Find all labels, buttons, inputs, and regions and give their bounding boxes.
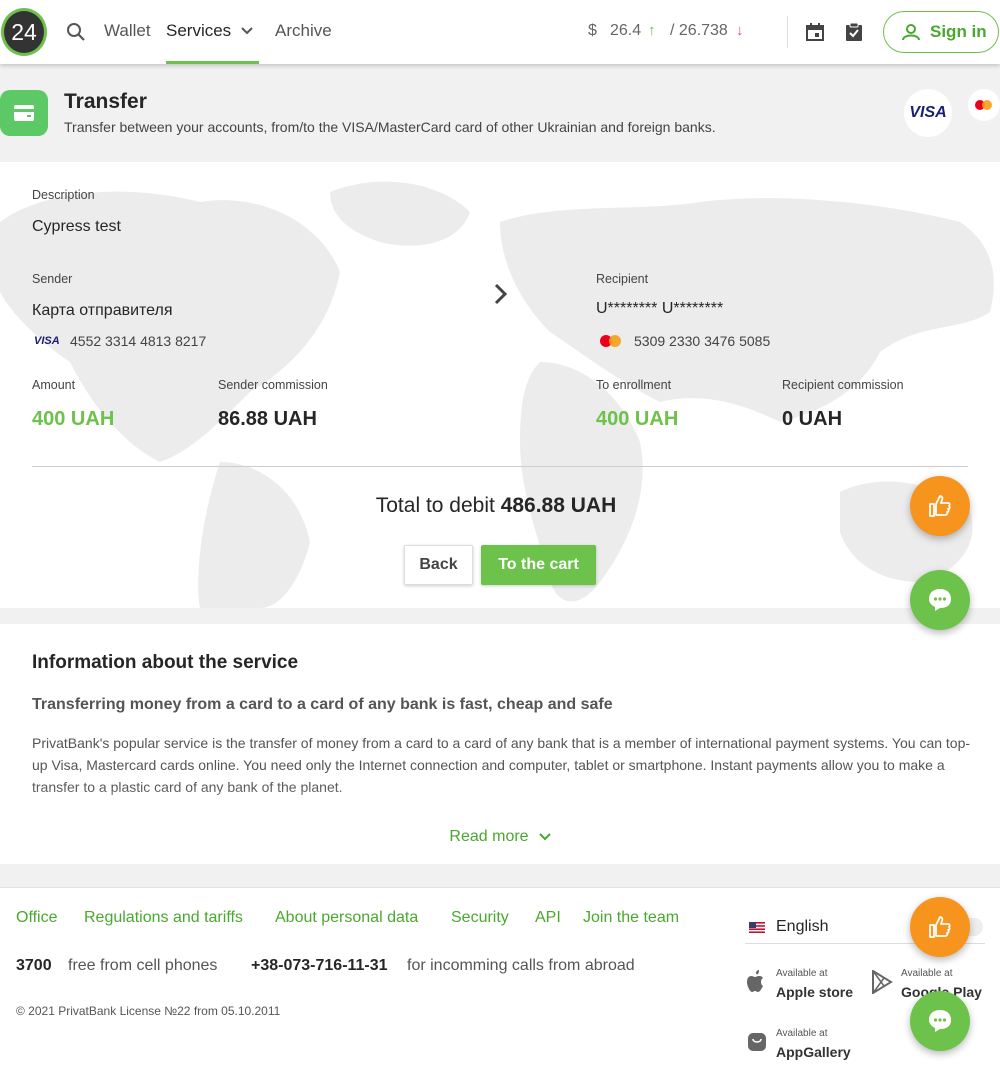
total-to-debit: Total to debit 486.88 UAH xyxy=(0,494,1000,518)
phone-short-note: free from cell phones xyxy=(68,957,218,974)
language-label: English xyxy=(776,918,829,935)
apple-icon xyxy=(747,970,763,992)
visa-logo: VISA xyxy=(904,89,952,137)
currency-symbol: $ xyxy=(588,22,597,39)
to-cart-button[interactable]: To the cart xyxy=(481,545,596,585)
total-label: Total to debit xyxy=(375,494,495,517)
nav-archive[interactable]: Archive xyxy=(275,21,332,41)
store-available-text: Available at xyxy=(776,1028,828,1039)
read-more-button[interactable]: Read more xyxy=(0,810,1000,864)
sender-commission-label: Sender commission xyxy=(218,378,328,392)
store-name: Apple store xyxy=(776,984,854,1000)
chevron-right-icon xyxy=(494,283,508,305)
chat-icon xyxy=(929,1010,951,1032)
sender-commission-value: 86.88 UAH xyxy=(218,408,317,430)
footer-link-join-team[interactable]: Join the team xyxy=(583,909,679,927)
sender-label: Sender xyxy=(32,272,73,286)
mastercard-card-icon xyxy=(600,335,622,347)
footer-link-office[interactable]: Office xyxy=(16,909,58,927)
enrollment-value: 400 UAH xyxy=(596,408,679,430)
amount-label: Amount xyxy=(32,378,76,392)
phone-abroad-number[interactable]: +38-073-716-11-31 xyxy=(251,957,388,975)
info-subtitle: Transferring money from a card to a card… xyxy=(32,696,613,713)
store-available-text: Available at xyxy=(901,968,953,979)
appgallery-icon xyxy=(748,1033,766,1051)
arrow-up-icon: ↑ xyxy=(648,22,656,39)
apple-store-link[interactable]: Available at Apple store xyxy=(746,968,866,1008)
service-title-bar: Transfer Transfer between your accounts,… xyxy=(0,64,1000,162)
active-nav-indicator xyxy=(166,61,259,64)
sign-in-label: Sign in xyxy=(930,22,987,41)
divider xyxy=(32,466,968,467)
enrollment-label: To enrollment xyxy=(596,378,672,392)
sender-name: Карта отправителя xyxy=(32,302,173,319)
mastercard-logo xyxy=(968,89,1000,121)
footer-link-api[interactable]: API xyxy=(535,909,561,927)
nav-wallet[interactable]: Wallet xyxy=(104,21,151,41)
top-header: 24 Wallet Services Archive $ 26.4 ↑ / 26… xyxy=(0,0,1000,64)
arrow-down-icon: ↓ xyxy=(736,22,744,39)
appgallery-link[interactable]: Available at AppGallery xyxy=(746,1028,866,1068)
footer-link-regulations[interactable]: Regulations and tariffs xyxy=(84,909,243,927)
page-subtitle: Transfer between your accounts, from/to … xyxy=(64,119,716,135)
footer: Office Regulations and tariffs About per… xyxy=(0,887,1000,1081)
thumbs-up-icon xyxy=(929,916,951,938)
thumbs-up-icon xyxy=(929,495,951,517)
footer-link-personal-data[interactable]: About personal data xyxy=(275,909,418,927)
header-divider xyxy=(787,16,788,48)
read-more-label: Read more xyxy=(449,828,529,845)
phone-abroad-note: for incomming calls from abroad xyxy=(407,957,635,974)
nav-services[interactable]: Services xyxy=(166,21,231,41)
recipient-card-number: 5309 2330 3476 5085 xyxy=(634,333,771,349)
footer-link-security[interactable]: Security xyxy=(451,909,509,927)
wallet-card-icon xyxy=(0,90,48,136)
chat-icon xyxy=(929,589,951,611)
privat24-logo[interactable]: 24 xyxy=(1,8,47,56)
info-title: Information about the service xyxy=(32,652,299,673)
description-label: Description xyxy=(32,188,95,202)
google-play-icon xyxy=(872,970,893,994)
search-icon[interactable] xyxy=(66,22,86,42)
chat-button-footer[interactable] xyxy=(910,991,970,1051)
store-available-text: Available at xyxy=(776,968,828,979)
transfer-summary-card: Description Cypress test Sender Карта от… xyxy=(0,162,1000,608)
feedback-like-button[interactable] xyxy=(910,476,970,536)
recipient-commission-value: 0 UAH xyxy=(782,408,843,430)
phone-short-number[interactable]: 3700 xyxy=(16,957,52,975)
clipboard-check-icon[interactable] xyxy=(845,22,863,42)
feedback-like-button-footer[interactable] xyxy=(910,897,970,957)
page-title: Transfer xyxy=(64,90,147,113)
info-body: PrivatBank's popular service is the tran… xyxy=(32,735,971,795)
total-value: 486.88 UAH xyxy=(500,494,617,517)
usd-buy-rate: 26.4 xyxy=(610,22,642,39)
chevron-down-icon xyxy=(538,833,551,841)
user-icon xyxy=(902,24,920,41)
sender-card-number: 4552 3314 4813 8217 xyxy=(70,333,207,349)
recipient-commission-label: Recipient commission xyxy=(782,378,904,392)
copyright: © 2021 PrivatBank License №22 from 05.10… xyxy=(16,1004,281,1018)
store-name: AppGallery xyxy=(776,1044,851,1060)
us-flag-icon xyxy=(749,922,765,933)
visa-card-icon: VISA xyxy=(34,335,60,347)
recipient-name: U******** U******** xyxy=(596,300,724,317)
recipient-label: Recipient xyxy=(596,272,649,286)
service-info-section: Information about the service Transferri… xyxy=(0,624,1000,864)
sign-in-button[interactable]: Sign in xyxy=(883,11,999,53)
chat-button[interactable] xyxy=(910,570,970,630)
description-value: Cypress test xyxy=(32,218,121,235)
calendar-icon[interactable] xyxy=(805,22,825,42)
amount-value: 400 UAH xyxy=(32,408,115,430)
usd-sell-rate: / 26.738 xyxy=(670,22,728,39)
back-button[interactable]: Back xyxy=(404,545,473,585)
chevron-down-icon[interactable] xyxy=(240,24,254,38)
